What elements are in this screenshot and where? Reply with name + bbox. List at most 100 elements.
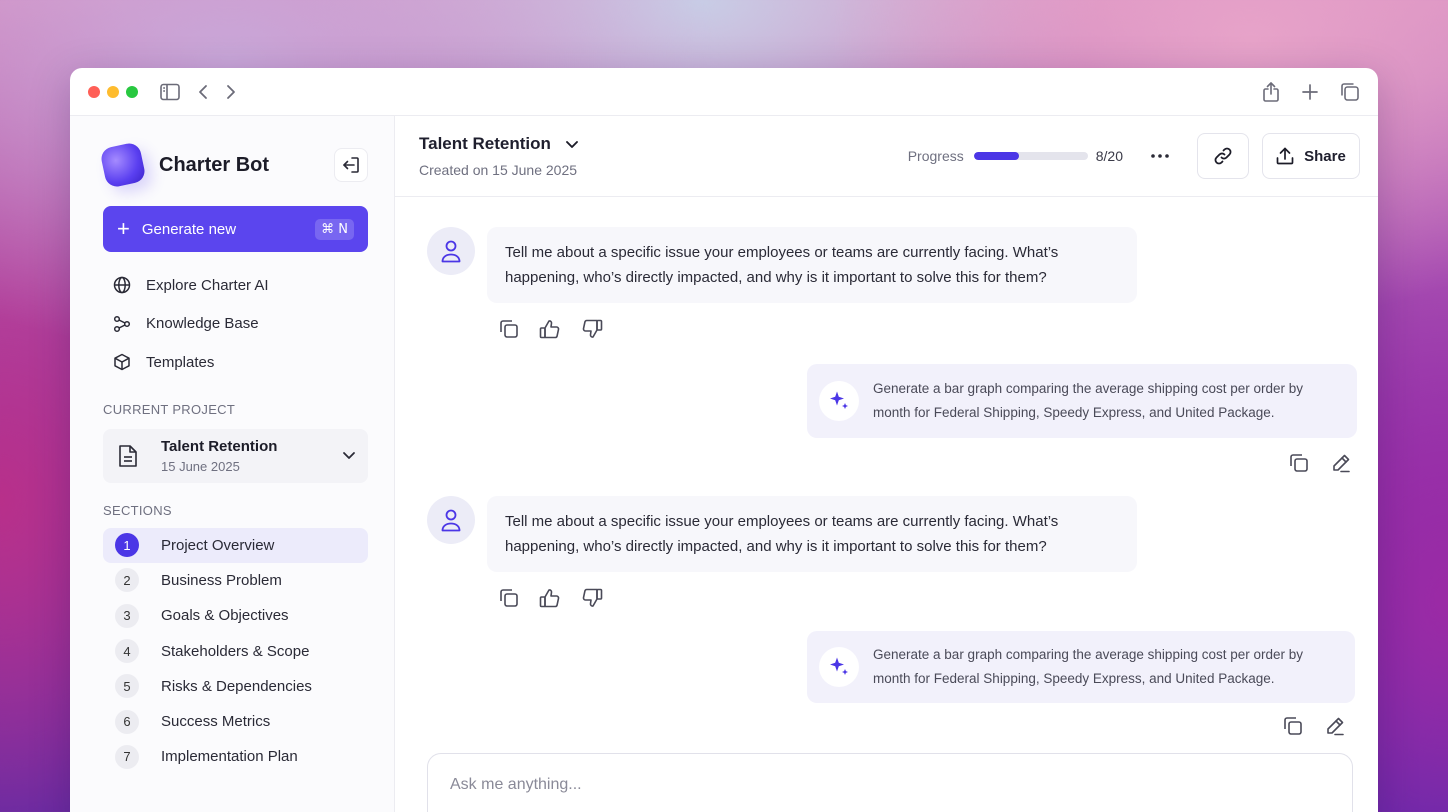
section-number: 7 [115, 744, 139, 769]
copy-icon[interactable] [499, 588, 519, 608]
copy-link-button[interactable] [1197, 133, 1249, 179]
message-composer [427, 753, 1353, 812]
thumbs-down-icon[interactable] [581, 588, 603, 608]
back-chevron-icon[interactable] [198, 84, 208, 100]
sidebar-toggle-icon[interactable] [160, 83, 180, 101]
section-item-risks-dependencies[interactable]: 5 Risks & Dependencies [103, 669, 368, 704]
user-message-text: Generate a bar graph comparing the avera… [873, 381, 1304, 420]
sparkle-icon [819, 647, 859, 687]
created-date: Created on 15 June 2025 [419, 162, 578, 178]
edit-pencil-icon[interactable] [1331, 453, 1351, 473]
sidebar-item-knowledge-base[interactable]: Knowledge Base [103, 305, 368, 344]
thumbs-up-icon[interactable] [539, 319, 561, 339]
minimize-window-button[interactable] [107, 85, 119, 98]
more-options-icon[interactable] [1151, 154, 1169, 158]
section-item-stakeholders-scope[interactable]: 4 Stakeholders & Scope [103, 633, 368, 668]
zoom-window-button[interactable] [126, 85, 138, 98]
share-nodes-icon [113, 315, 131, 332]
shortcut-badge: ⌘ N [315, 218, 354, 240]
thumbs-up-icon[interactable] [539, 588, 561, 608]
section-label: Business Problem [161, 571, 282, 589]
section-label: Risks & Dependencies [161, 677, 312, 695]
message-actions [499, 319, 603, 339]
sidebar-item-explore[interactable]: Explore Charter AI [103, 266, 368, 305]
collapse-sidebar-button[interactable] [334, 148, 368, 182]
brand: Charter Bot [99, 141, 368, 189]
sidebar-item-label: Knowledge Base [146, 315, 259, 333]
progress-fill [973, 152, 1020, 160]
section-number: 4 [115, 639, 139, 664]
progress-indicator: Progress 8/20 [908, 148, 1123, 164]
bot-message-text: Tell me about a specific issue your empl… [487, 496, 1137, 572]
project-title: Talent Retention [161, 437, 278, 455]
window-controls [88, 85, 138, 98]
document-title-dropdown[interactable]: Talent Retention [419, 134, 579, 154]
user-message: Generate a bar graph comparing the avera… [807, 364, 1357, 438]
section-number: 3 [115, 603, 139, 628]
link-icon [1214, 147, 1232, 165]
upload-share-icon[interactable] [1262, 82, 1280, 102]
sidebar-item-label: Explore Charter AI [146, 276, 269, 294]
message-actions [1283, 716, 1345, 736]
avatar [427, 496, 475, 544]
app-window: Charter Bot + Generate new ⌘ N Explore C… [70, 68, 1378, 812]
upload-share-icon [1276, 147, 1294, 165]
generate-new-label: Generate new [141, 220, 237, 238]
page-title: Talent Retention [419, 134, 551, 153]
copy-icon[interactable] [1289, 453, 1309, 473]
generate-new-button[interactable]: + Generate new ⌘ N [103, 206, 368, 252]
edit-pencil-icon[interactable] [1325, 716, 1345, 736]
progress-label: Progress [907, 148, 964, 164]
current-project-label: CURRENT PROJECT [103, 401, 236, 417]
sidebar-nav: Explore Charter AI Knowledge Base Templa… [103, 266, 368, 382]
section-item-success-metrics[interactable]: 6 Success Metrics [103, 704, 368, 739]
progress-count: 8/20 [1095, 148, 1123, 164]
section-item-implementation-plan[interactable]: 7 Implementation Plan [103, 739, 368, 774]
section-number: 6 [115, 709, 139, 734]
copy-icon[interactable] [499, 319, 519, 339]
section-number: 5 [115, 674, 139, 699]
user-icon [441, 240, 461, 263]
section-item-project-overview[interactable]: 1 Project Overview [103, 527, 368, 563]
section-number: 1 [115, 533, 139, 558]
cube-icon [114, 354, 130, 371]
tab-overview-icon[interactable] [1340, 82, 1360, 102]
charter-bot-logo-icon [99, 141, 147, 189]
section-label: Goals & Objectives [161, 607, 289, 625]
user-icon [441, 509, 461, 532]
sections-list: 1 Project Overview 2 Business Problem 3 Goa… [103, 527, 368, 775]
copy-icon[interactable] [1283, 716, 1303, 736]
thumbs-down-icon[interactable] [581, 319, 603, 339]
section-label: Implementation Plan [161, 748, 298, 766]
chat-input[interactable] [450, 776, 1330, 794]
section-label: Stakeholders & Scope [161, 642, 310, 660]
sections-label: SECTIONS [103, 502, 172, 518]
user-message: Generate a bar graph comparing the avera… [807, 631, 1355, 703]
header: Talent Retention Created on 15 June 2025… [395, 116, 1378, 197]
section-label: Project Overview [161, 536, 275, 554]
chevron-down-icon [565, 140, 578, 148]
close-window-button[interactable] [88, 85, 100, 98]
new-tab-plus-icon[interactable] [1302, 84, 1318, 100]
bot-message: Tell me about a specific issue your empl… [427, 227, 1137, 303]
title-bar [70, 68, 1378, 116]
share-label: Share [1304, 147, 1346, 165]
section-item-goals-objectives[interactable]: 3 Goals & Objectives [103, 598, 368, 633]
document-icon [119, 444, 137, 467]
sidebar-item-label: Templates [146, 353, 215, 371]
section-item-business-problem[interactable]: 2 Business Problem [103, 563, 368, 598]
section-number: 2 [115, 568, 139, 593]
forward-chevron-icon[interactable] [226, 84, 236, 100]
bot-message-text: Tell me about a specific issue your empl… [487, 227, 1137, 303]
avatar [427, 227, 475, 275]
main-panel: Talent Retention Created on 15 June 2025… [395, 116, 1378, 812]
logout-arrow-icon [343, 157, 359, 173]
section-label: Success Metrics [161, 713, 271, 731]
current-project-selector[interactable]: Talent Retention 15 June 2025 [103, 428, 368, 483]
sidebar-item-templates[interactable]: Templates [103, 343, 368, 382]
bot-message: Tell me about a specific issue your empl… [427, 496, 1137, 572]
share-button[interactable]: Share [1262, 133, 1360, 179]
project-date: 15 June 2025 [161, 458, 240, 474]
brand-name: Charter Bot [159, 153, 270, 176]
chevron-down-icon [343, 452, 355, 459]
